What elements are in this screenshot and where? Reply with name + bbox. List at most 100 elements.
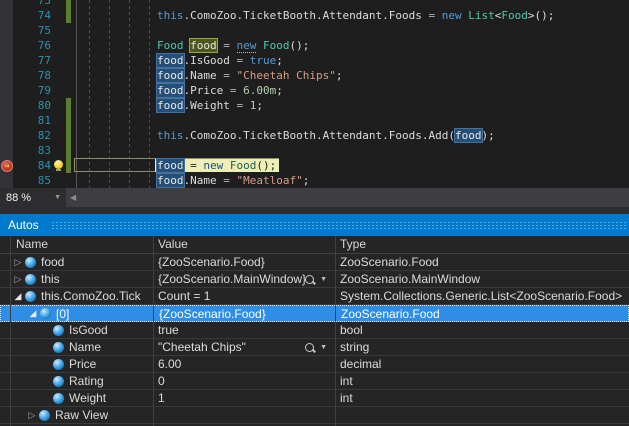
- dropdown-caret-icon[interactable]: ▼: [54, 194, 61, 201]
- line-number: 74: [13, 8, 51, 23]
- collapse-icon[interactable]: ◢: [27, 308, 39, 319]
- value-cell[interactable]: 1: [153, 390, 335, 406]
- value-visualizer[interactable]: ▼: [305, 271, 327, 287]
- autos-row[interactable]: Name "Cheetah Chips" ▼ string: [0, 339, 629, 356]
- autos-titlebar[interactable]: Autos: [0, 214, 629, 236]
- code-line-83[interactable]: 83: [0, 143, 629, 158]
- variable-name: Name: [69, 340, 101, 354]
- value-visualizer[interactable]: ▼: [305, 339, 327, 355]
- autos-column-headers: Name Value Type: [0, 236, 629, 254]
- type-cell: ZooScenario.MainWindow: [335, 271, 629, 287]
- value-cell[interactable]: "Cheetah Chips" ▼: [153, 339, 335, 355]
- code-text: food.Weight = 1;: [157, 98, 263, 113]
- autos-row[interactable]: Weight1int: [0, 390, 629, 407]
- code-line-77[interactable]: 77food.IsGood = true;: [0, 53, 629, 68]
- symbol-reference-highlight: food: [157, 99, 184, 112]
- column-header-type[interactable]: Type: [340, 237, 366, 251]
- variable-name: Raw View: [55, 408, 108, 422]
- code-lines: 7374this.ComoZoo.TicketBooth.Attendant.F…: [0, 0, 629, 188]
- variable-type: int: [340, 374, 353, 388]
- line-number: 76: [13, 38, 51, 53]
- scroll-left-arrow-icon[interactable]: ◀: [66, 193, 76, 202]
- line-number: 82: [13, 128, 51, 143]
- expand-icon[interactable]: ▷: [26, 410, 38, 421]
- code-line-80[interactable]: 80food.Weight = 1;: [0, 98, 629, 113]
- value-cell[interactable]: {ZooScenario.Food}: [154, 306, 336, 321]
- code-line-75[interactable]: 75: [0, 23, 629, 38]
- autos-row[interactable]: Rating 0 int: [0, 373, 629, 390]
- line-number: 75: [13, 23, 51, 38]
- type-cell: int: [335, 390, 629, 406]
- variable-name: Rating: [69, 374, 104, 388]
- magnifier-dropdown-icon[interactable]: ▼: [320, 276, 327, 283]
- titlebar-grip[interactable]: [51, 221, 627, 230]
- editor-zoom-combo[interactable]: 88 % ▼: [0, 188, 66, 207]
- code-line-73[interactable]: 73: [0, 0, 629, 8]
- code-line-79[interactable]: 79food.Price = 6.00m;: [0, 83, 629, 98]
- name-cell[interactable]: ▷food: [0, 254, 165, 270]
- dock-divider: [0, 207, 629, 214]
- code-line-85[interactable]: 85food.Name = "Meatloaf";: [0, 173, 629, 188]
- magnifier-icon[interactable]: [305, 343, 314, 352]
- type-cell: decimal: [335, 356, 629, 372]
- autos-row[interactable]: ◢[0]{ZooScenario.Food}ZooScenario.Food: [0, 305, 629, 322]
- variable-icon: [53, 376, 64, 387]
- autos-title: Autos: [8, 218, 39, 232]
- value-cell[interactable]: {ZooScenario.Food}: [153, 254, 335, 270]
- code-line-81[interactable]: 81: [0, 113, 629, 128]
- symbol-reference-highlight: food: [157, 69, 184, 82]
- autos-row[interactable]: ▷this{ZooScenario.MainWindow} ▼ ZooScenari…: [0, 271, 629, 288]
- value-cell[interactable]: {ZooScenario.MainWindow} ▼: [153, 271, 335, 287]
- column-header-name[interactable]: Name: [16, 237, 48, 251]
- symbol-reference-highlight: food: [157, 174, 184, 187]
- value-cell[interactable]: [153, 407, 335, 423]
- code-line-76[interactable]: 76Food food = new Food();: [0, 38, 629, 53]
- change-bar: [66, 8, 71, 23]
- autos-row[interactable]: ▷ Raw View: [0, 407, 629, 424]
- expand-icon[interactable]: ▷: [12, 274, 24, 285]
- autos-row[interactable]: IsGoodtruebool: [0, 322, 629, 339]
- lightbulb-icon[interactable]: [54, 160, 63, 169]
- horizontal-scrollbar[interactable]: ◀: [66, 188, 629, 207]
- value-cell[interactable]: true: [153, 322, 335, 338]
- type-cell: string: [335, 339, 629, 355]
- expand-icon[interactable]: ▷: [12, 257, 24, 268]
- value-cell[interactable]: 0: [153, 373, 335, 389]
- line-number: 77: [13, 53, 51, 68]
- variable-icon: [25, 274, 36, 285]
- variable-type: string: [340, 340, 369, 354]
- autos-row[interactable]: Price6.00decimal: [0, 356, 629, 373]
- column-header-value[interactable]: Value: [158, 237, 188, 251]
- breakpoint-current-icon[interactable]: →: [1, 160, 13, 172]
- value-cell[interactable]: Count = 1: [153, 288, 335, 304]
- code-text: food = new Food();: [157, 158, 276, 173]
- autos-row[interactable]: ◢this.ComoZoo.TickCount = 1 System.Collec…: [0, 288, 629, 305]
- code-line-84[interactable]: 84→food = new Food();: [0, 158, 629, 173]
- variable-type: System.Collections.Generic.List<ZooScena…: [340, 289, 622, 303]
- code-editor[interactable]: 7374this.ComoZoo.TicketBooth.Attendant.F…: [0, 0, 629, 188]
- code-text: food.Name = "Meatloaf";: [157, 173, 309, 188]
- code-line-78[interactable]: 78food.Name = "Cheetah Chips";: [0, 68, 629, 83]
- autos-row[interactable]: ▷food{ZooScenario.Food} ZooScenario.Food: [0, 254, 629, 271]
- name-cell[interactable]: ▷this: [0, 271, 165, 287]
- variable-value: {ZooScenario.MainWindow}: [158, 272, 306, 286]
- variable-type: int: [340, 391, 353, 405]
- variable-icon: [53, 393, 64, 404]
- variable-icon: [53, 359, 64, 370]
- magnifier-icon[interactable]: [305, 275, 314, 284]
- code-line-82[interactable]: 82this.ComoZoo.TicketBooth.Attendant.Foo…: [0, 128, 629, 143]
- type-cell: [335, 407, 629, 423]
- name-cell[interactable]: ◢this.ComoZoo.Tick: [0, 288, 165, 304]
- type-cell: int: [335, 373, 629, 389]
- value-cell[interactable]: 6.00: [153, 356, 335, 372]
- magnifier-dropdown-icon[interactable]: ▼: [320, 344, 327, 351]
- variable-value: "Cheetah Chips": [158, 340, 246, 354]
- variable-type: ZooScenario.Food: [340, 255, 439, 269]
- change-bar: [66, 0, 71, 8]
- collapse-icon[interactable]: ◢: [12, 291, 24, 302]
- code-line-74[interactable]: 74this.ComoZoo.TicketBooth.Attendant.Foo…: [0, 8, 629, 23]
- line-number: 78: [13, 68, 51, 83]
- type-cell: ZooScenario.Food: [335, 254, 629, 270]
- variable-value: 0: [158, 374, 165, 388]
- change-bar: [66, 143, 71, 158]
